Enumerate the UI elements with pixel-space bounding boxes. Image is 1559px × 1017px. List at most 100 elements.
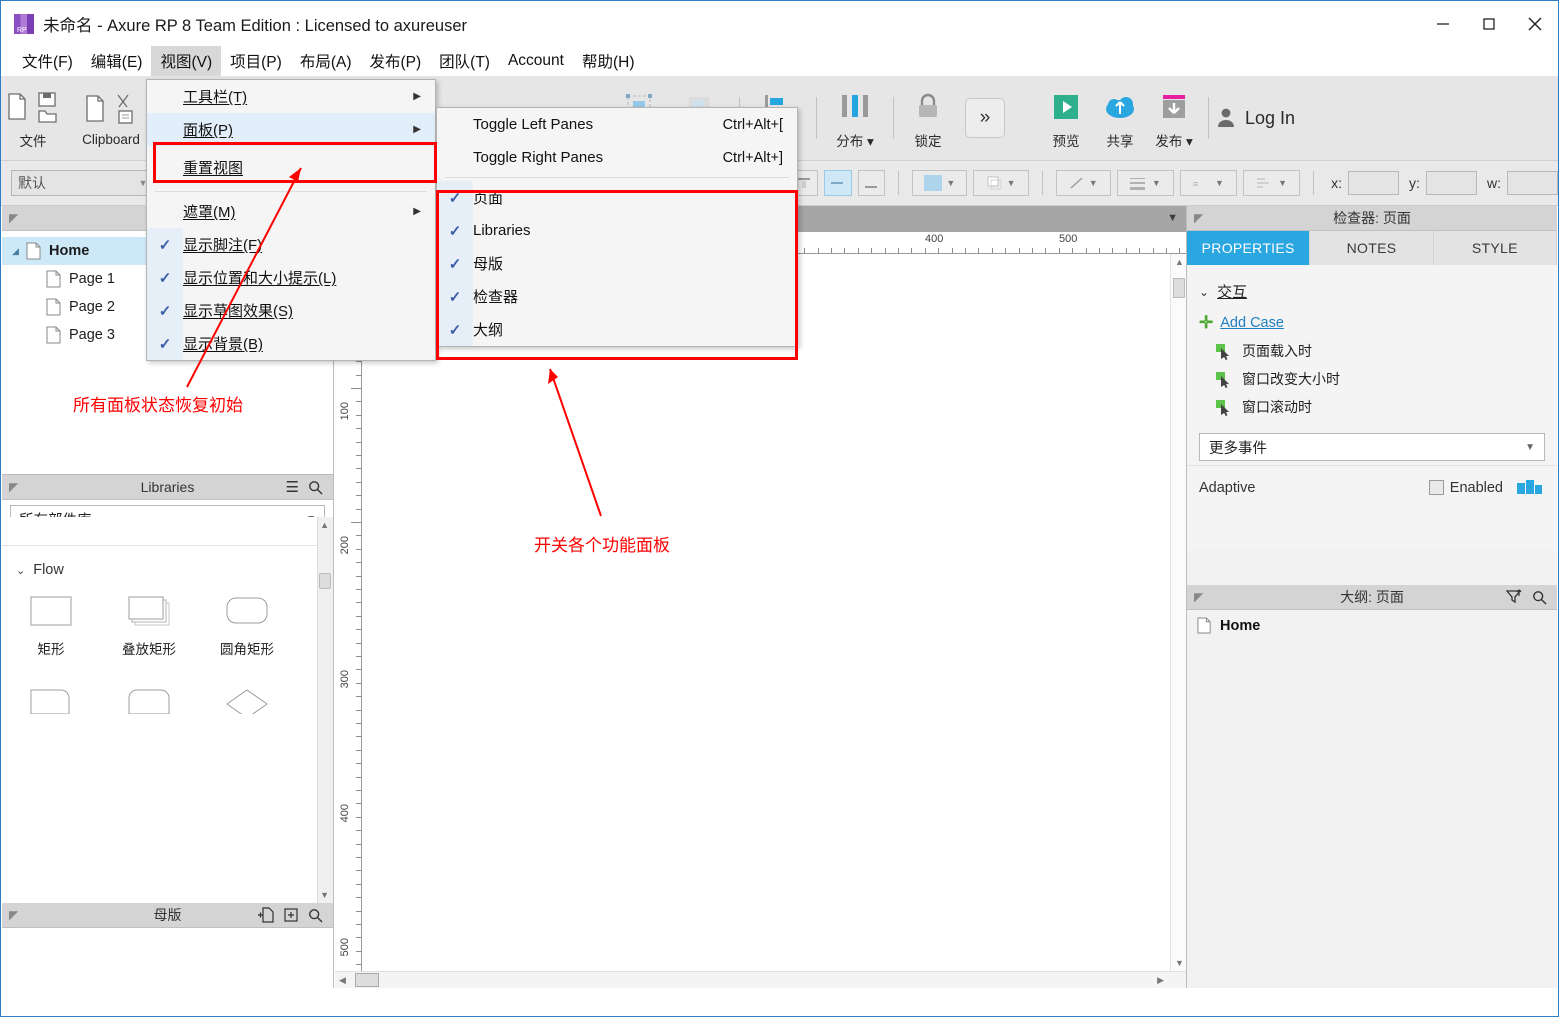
library-item-page-shape[interactable] [16, 684, 86, 714]
menu-item-show-location-size[interactable]: ✓ 显示位置和大小提示(L) [147, 261, 435, 294]
menu-account[interactable]: Account [499, 48, 573, 74]
add-master-icon[interactable] [258, 907, 274, 923]
menu-publish[interactable]: 发布(P) [360, 46, 430, 76]
scroll-down-icon[interactable]: ▼ [1175, 958, 1184, 968]
add-folder-icon[interactable] [283, 907, 299, 923]
close-icon[interactable] [1512, 1, 1558, 46]
search-icon[interactable] [1532, 590, 1547, 605]
line-style-picker[interactable]: ▼ [1055, 170, 1111, 196]
page-icon [26, 242, 41, 260]
menu-item-toolbars[interactable]: 工具栏(T) ▶ [147, 80, 435, 113]
scroll-up-icon[interactable]: ▲ [320, 520, 329, 530]
search-icon[interactable] [308, 480, 323, 495]
line-width-picker[interactable]: ▼ [1116, 170, 1174, 196]
interactions-section-header[interactable]: ⌄ 交互 [1187, 265, 1557, 308]
event-page-load[interactable]: 页面载入时 [1187, 337, 1557, 365]
scroll-up-icon[interactable]: ▲ [1175, 257, 1184, 267]
menu-help[interactable]: 帮助(H) [573, 46, 644, 76]
outline-item-label: Home [1220, 617, 1261, 634]
x-input[interactable] [1347, 171, 1400, 195]
menu-project[interactable]: 项目(P) [221, 46, 291, 76]
connector-style-picker[interactable]: ▼ [1242, 170, 1301, 196]
library-item-rounded-rectangle[interactable]: 圆角矩形 [212, 592, 282, 658]
collapse-icon[interactable]: ◤ [1194, 211, 1203, 225]
toolbar-share-button[interactable]: 共享 [1093, 76, 1147, 160]
library-item-document-shape[interactable] [114, 684, 184, 714]
tab-properties[interactable]: PROPERTIES [1187, 231, 1311, 265]
tab-notes[interactable]: NOTES [1310, 231, 1434, 265]
collapse-icon[interactable]: ◤ [9, 908, 18, 922]
toolbar-clipboard-group[interactable]: Clipboard [65, 76, 157, 160]
adaptive-enabled-checkbox[interactable] [1428, 480, 1444, 495]
toolbar-overflow-button[interactable]: » [965, 98, 1005, 138]
toolbar-publish-button[interactable]: 发布 ▾ [1147, 76, 1201, 160]
menu-edit[interactable]: 编辑(E) [82, 46, 152, 76]
libraries-scrollbar[interactable]: ▲ ▼ [317, 517, 333, 903]
collapse-icon[interactable]: ◤ [9, 480, 18, 494]
event-window-resize[interactable]: 窗口改变大小时 [1187, 365, 1557, 393]
menu-item-show-sketch-effects[interactable]: ✓ 显示草图效果(S) [147, 294, 435, 327]
adaptive-views-icon[interactable] [1517, 479, 1543, 497]
tab-style[interactable]: STYLE [1433, 231, 1557, 265]
chevron-down-icon[interactable]: ▼ [1167, 212, 1178, 224]
design-canvas[interactable] [362, 254, 1170, 971]
menu-item-outline-pane[interactable]: ✓ 大纲 [437, 313, 797, 346]
menu-item-panels[interactable]: 面板(P) ▶ [147, 113, 435, 146]
library-item-diamond-shape[interactable] [212, 684, 282, 714]
y-input[interactable] [1425, 171, 1477, 195]
menu-item-show-background[interactable]: ✓ 显示背景(B) [147, 327, 435, 360]
toolbar-file-group[interactable]: 文件 [1, 76, 65, 160]
scrollbar-thumb[interactable] [1173, 278, 1185, 298]
menu-layout[interactable]: 布局(A) [291, 46, 361, 76]
arrow-style-picker[interactable]: ≡ ▼ [1179, 170, 1237, 196]
library-item-rectangle[interactable]: 矩形 [16, 592, 86, 658]
libraries-content: ⌄ Flow 矩形 叠放矩形 圆角矩形 ▲ ▼ [2, 517, 333, 903]
menu-item-toggle-right-panes[interactable]: Toggle Right Panes Ctrl+Alt+] [437, 141, 797, 174]
scroll-down-icon[interactable]: ▼ [320, 890, 329, 900]
collapse-icon[interactable]: ◤ [1194, 590, 1203, 604]
menu-item-masters-pane[interactable]: ✓ 母版 [437, 247, 797, 280]
menu-team[interactable]: 团队(T) [430, 46, 499, 76]
style-preset-select[interactable]: 默认 ▼ [11, 170, 155, 196]
fill-color-picker[interactable]: ▼ [912, 170, 968, 196]
search-icon[interactable] [308, 908, 323, 923]
hamburger-icon[interactable]: ☰ [286, 478, 299, 496]
canvas-horizontal-scrollbar[interactable]: ◀ ▶ [335, 971, 1186, 988]
menu-file[interactable]: 文件(F) [13, 46, 82, 76]
menu-item-libraries-pane[interactable]: ✓ Libraries [437, 214, 797, 247]
scrollbar-thumb[interactable] [355, 973, 379, 987]
chevron-down-icon: ⌄ [1199, 284, 1210, 299]
canvas-vertical-scrollbar[interactable]: ▲ ▼ [1170, 254, 1186, 971]
valign-bottom-button[interactable] [857, 170, 886, 196]
scroll-left-icon[interactable]: ◀ [339, 975, 346, 986]
expand-triangle-icon[interactable]: ◢ [12, 246, 24, 257]
ruler-tick [356, 843, 361, 845]
menu-item-toggle-left-panes[interactable]: Toggle Left Panes Ctrl+Alt+[ [437, 108, 797, 141]
event-window-scroll[interactable]: 窗口滚动时 [1187, 393, 1557, 421]
scrollbar-thumb[interactable] [319, 573, 331, 589]
collapse-icon[interactable]: ◤ [9, 211, 18, 225]
menu-item-pages-pane[interactable]: ✓ 页面 [437, 181, 797, 214]
toolbar-distribute-button[interactable]: 分布 ▾ [824, 76, 886, 160]
toolbar-preview-button[interactable]: 预览 [1039, 76, 1093, 160]
outline-item-home[interactable]: Home [1187, 610, 1557, 634]
maximize-icon[interactable] [1466, 1, 1512, 46]
library-item-stacked-rectangle[interactable]: 叠放矩形 [114, 592, 184, 658]
shadow-picker[interactable]: ▼ [973, 170, 1029, 196]
scroll-right-icon[interactable]: ▶ [1157, 975, 1164, 986]
valign-middle-button[interactable] [824, 170, 852, 196]
menu-view[interactable]: 视图(V) [151, 46, 222, 76]
menu-item-reset-view[interactable]: 重置视图 [147, 146, 435, 188]
w-input[interactable] [1506, 171, 1558, 195]
minimize-icon[interactable] [1420, 1, 1466, 46]
filter-icon[interactable] [1506, 589, 1523, 605]
add-case-button[interactable]: ✛ Add Case [1187, 308, 1557, 337]
login-button[interactable]: Log In [1216, 107, 1309, 129]
more-events-select[interactable]: 更多事件 ▼ [1199, 433, 1545, 461]
library-section-flow[interactable]: ⌄ Flow [2, 545, 333, 582]
inspector-title: 检查器: 页面 [1333, 210, 1411, 226]
menu-item-inspector-pane[interactable]: ✓ 检查器 [437, 280, 797, 313]
menu-item-show-footnotes[interactable]: ✓ 显示脚注(F) [147, 228, 435, 261]
toolbar-lock-button[interactable]: 锁定 [901, 76, 955, 160]
menu-item-mask[interactable]: 遮罩(M) ▶ [147, 195, 435, 228]
